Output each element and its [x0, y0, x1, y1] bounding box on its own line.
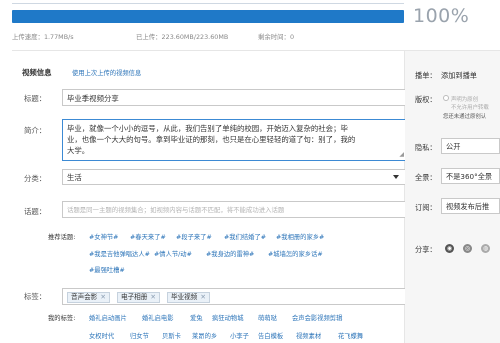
upload-speed: 上传速度：1.77MB/s	[12, 33, 74, 41]
close-icon[interactable]: ✕	[200, 293, 206, 301]
my-tag[interactable]: 花飞蝶舞	[338, 331, 363, 340]
my-tag[interactable]: 告白模板	[258, 331, 283, 340]
tag-chip: 音声会影 ✕	[67, 292, 110, 303]
reuse-info-link[interactable]: 使用上次上传的视频信息	[72, 68, 141, 77]
title-label: 标题：	[24, 94, 47, 103]
subscribe-select[interactable]: 视频发布后推	[441, 198, 500, 214]
original-radio[interactable]	[443, 95, 449, 101]
recommended-topic[interactable]: #情人节/动#	[154, 249, 192, 258]
no-repost-option-label: 不允许用户转载	[451, 105, 489, 111]
chevron-down-icon	[393, 175, 399, 179]
desc-line: 毕业，就像一个小小的逗号，从此，我们告别了单纯的校园，开始迈入复杂的社会；毕	[67, 124, 348, 133]
add-to-playlist-link[interactable]: 添加到播单	[441, 71, 477, 81]
my-tag[interactable]: 爱兔	[190, 313, 203, 322]
my-tag[interactable]: 归女节	[130, 331, 149, 340]
recommended-topics-label: 推荐话题:	[48, 234, 76, 241]
desc-line: 业，也像一个大大的句号。拿到毕业证的那刻，也只是在心里轻轻的道了句：别了，我的	[67, 135, 356, 144]
panorama-label: 全景：	[415, 173, 437, 182]
topic-input[interactable]: 话题是同一主题的视频集合；如视频内容与话题不匹配，将不能成功进入话题	[62, 201, 406, 218]
rights-hint: 您还未通过原创认	[443, 114, 487, 120]
share-label: 分享：	[415, 245, 437, 254]
desc-line: 大学。	[67, 146, 90, 155]
my-tag[interactable]: 婚礼启电影	[142, 313, 173, 322]
recommended-topic[interactable]: #我是吉他弹唱达人#	[89, 249, 150, 258]
remaining-time: 剩余时间：0	[258, 33, 295, 41]
my-tag[interactable]: 婚礼启动画片	[89, 313, 127, 322]
category-label: 分类：	[24, 174, 47, 183]
original-option-label: 声明为原创	[451, 97, 478, 103]
recommended-topic[interactable]: #我身边的雷神#	[206, 249, 254, 258]
side-settings-panel: 播单： 添加到播单 版权： 声明为原创 不允许用户转载 您还未通过原创认 隐私：…	[405, 50, 500, 343]
category-value: 生活	[67, 173, 82, 182]
playlist-label: 播单：	[415, 71, 437, 80]
upload-percent: 100%	[413, 5, 470, 27]
my-tag[interactable]: 小李子	[230, 331, 249, 340]
progress-track-top	[12, 0, 404, 4]
upload-progress-fill	[12, 10, 404, 23]
recommended-topic[interactable]: #我相册的家乡#	[276, 232, 324, 241]
uploaded-size: 已上传：223.60MB/223.60MB	[136, 33, 229, 41]
share-qzone-icon[interactable]: ◍	[481, 244, 490, 253]
my-tag[interactable]: 会声会影视频剪辑	[292, 313, 342, 322]
my-tag[interactable]: 女权时代	[89, 331, 114, 340]
my-tag[interactable]: 萌萌哒	[258, 313, 277, 322]
desc-label: 简介：	[24, 126, 47, 135]
resize-handle-icon[interactable]: ◢	[399, 149, 404, 160]
tag-chip-label: 音声会影	[71, 293, 98, 301]
tag-chip-label: 电子相册	[121, 293, 148, 301]
section-title: 视频信息	[22, 68, 52, 77]
tag-chip-label: 毕业视频	[171, 293, 198, 301]
subscribe-label: 订阅：	[415, 203, 437, 212]
topic-label: 话题：	[24, 207, 47, 216]
privacy-select[interactable]: 公开	[441, 138, 500, 154]
share-weibo-icon[interactable]: ◉	[445, 244, 454, 253]
recommended-topic[interactable]: #段子来了#	[176, 232, 212, 241]
recommended-topic[interactable]: #我们结婚了#	[224, 232, 266, 241]
upload-stats: 上传速度：1.77MB/s 已上传：223.60MB/223.60MB 剩余时间…	[12, 32, 412, 42]
rights-label: 版权：	[415, 95, 437, 104]
recommended-topic[interactable]: #女神节#	[89, 232, 118, 241]
video-info-panel: 视频信息 使用上次上传的视频信息 标题： 毕业季视频分享 简介： 毕业，就像一个…	[12, 50, 406, 343]
recommended-topic[interactable]: #城墙怎的家乡话#	[268, 249, 323, 258]
tag-chip: 毕业视频 ✕	[167, 292, 210, 303]
category-select[interactable]: 生活	[62, 169, 406, 185]
my-tag[interactable]: 视频素材	[296, 331, 321, 340]
my-tags-label: 我的标签:	[48, 315, 76, 322]
close-icon[interactable]: ✕	[150, 293, 156, 301]
close-icon[interactable]: ✕	[100, 293, 106, 301]
recommended-topic[interactable]: #春天来了#	[130, 232, 166, 241]
description-textarea[interactable]: 毕业，就像一个小小的逗号，从此，我们告别了单纯的校园，开始迈入复杂的社会；毕 业…	[62, 119, 406, 161]
tag-chip: 电子相册 ✕	[117, 292, 160, 303]
my-tag[interactable]: 疯狂动物城	[212, 313, 243, 322]
my-tag[interactable]: 贝斯卡	[162, 331, 181, 340]
panorama-select[interactable]: 不是360°全景	[441, 168, 500, 184]
title-input[interactable]: 毕业季视频分享	[62, 89, 406, 106]
privacy-label: 隐私：	[415, 143, 437, 152]
recommended-topic[interactable]: #最强吐槽#	[89, 265, 125, 274]
upload-progress-bar	[12, 10, 404, 23]
tags-input[interactable]: 音声会影 ✕ 电子相册 ✕ 毕业视频 ✕	[62, 288, 406, 305]
share-qq-icon[interactable]: ◎	[463, 244, 472, 253]
tags-label: 标签：	[24, 292, 47, 301]
my-tag[interactable]: 莱昂的乡	[192, 331, 217, 340]
